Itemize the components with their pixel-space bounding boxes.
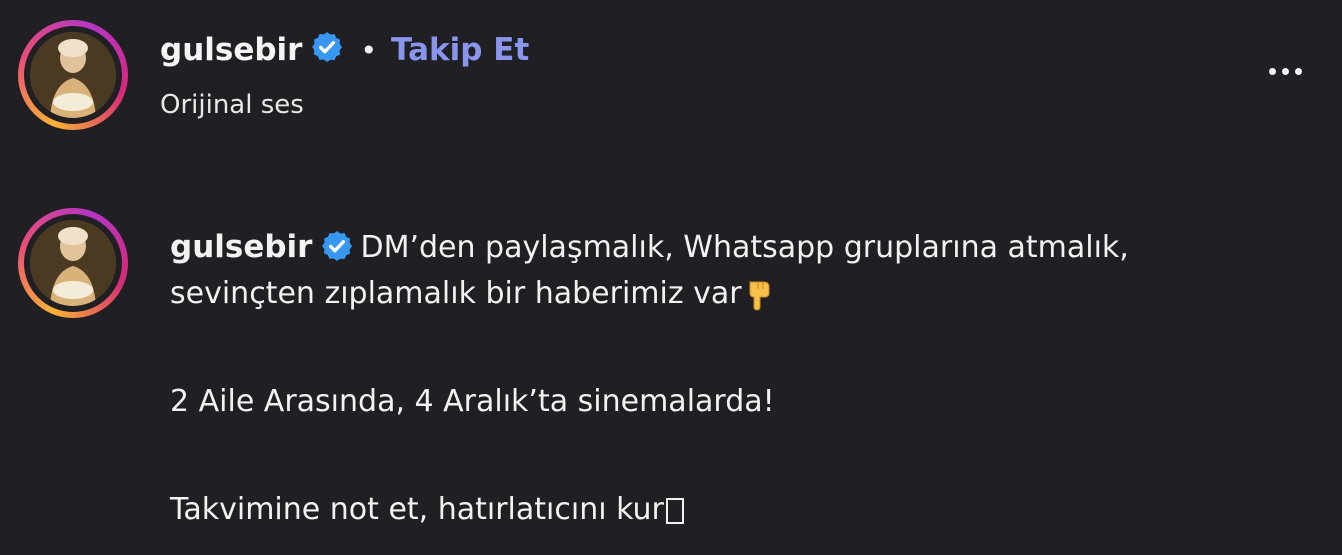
follow-button[interactable]: Takip Et [391, 32, 529, 68]
verified-badge-icon [312, 32, 343, 62]
original-audio-label[interactable]: Orijinal ses [160, 90, 304, 120]
comment-avatar-image [30, 220, 116, 306]
username[interactable]: gulsebir [160, 32, 302, 68]
header-title-row: gulsebir • Takip Et [160, 32, 529, 68]
caption-line-4: Takvimine not et, hatırlatıcını kur [170, 487, 1290, 533]
more-options-button[interactable] [1266, 60, 1312, 84]
missing-glyph-icon [665, 497, 684, 524]
avatar-image [30, 32, 116, 118]
caption-line-3: 2 Aile Arasında, 4 Aralık’ta sinemalarda… [170, 384, 775, 419]
post-header: gulsebir • Takip Et Orijinal ses [18, 20, 1328, 140]
caption-text: gulsebir DM’den paylaşmalık, Whatsapp gr… [170, 224, 1290, 533]
verified-badge-icon [322, 230, 353, 261]
comment-avatar[interactable] [18, 208, 128, 318]
caption-line-4-text: Takvimine not et, hatırlatıcını kur [170, 492, 664, 527]
caption-line-1-text: DM’den paylaşmalık, Whatsapp gruplarına … [360, 230, 1129, 265]
separator-dot: • [360, 33, 377, 67]
caption-line-1: gulsebir DM’den paylaşmalık, Whatsapp gr… [170, 224, 1290, 271]
more-horizontal-icon [1269, 68, 1276, 75]
caption-line-2-text: sevinçten zıplamalık bir haberimiz var [170, 276, 742, 311]
avatar[interactable] [18, 20, 128, 130]
caption-line-2: sevinçten zıplamalık bir haberimiz var [170, 271, 1290, 317]
pointing-down-hand-icon [749, 281, 770, 311]
caption-username[interactable]: gulsebir [170, 229, 312, 265]
